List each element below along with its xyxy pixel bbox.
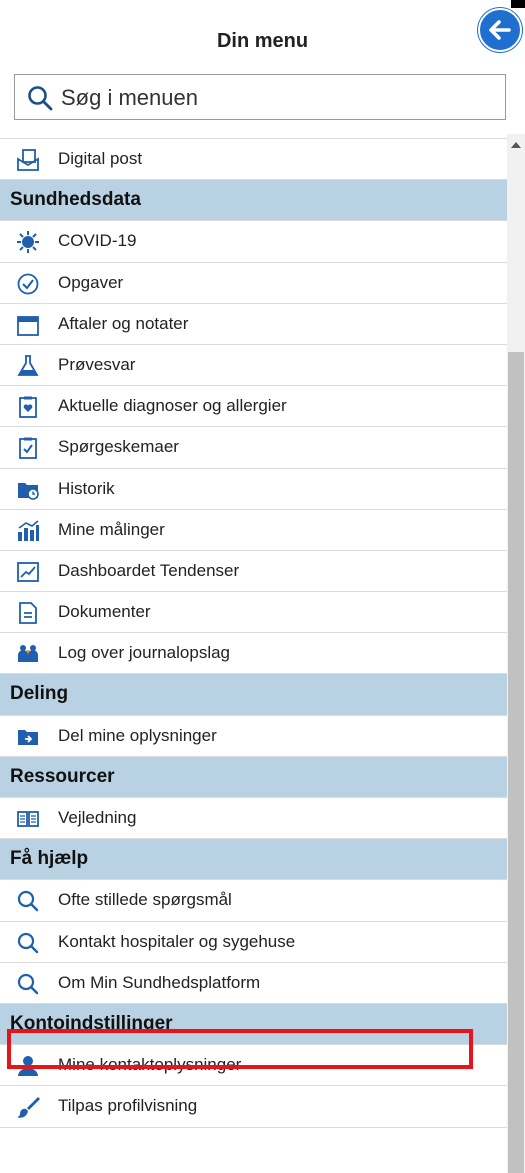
menu-header: Din menu [0,0,525,80]
back-button[interactable] [478,8,522,52]
search-icon [17,932,39,953]
scroll-up-arrow-icon[interactable] [511,142,521,148]
folder-clock-icon [18,482,39,500]
menu-item-vejledning[interactable]: Vejledning [0,798,507,840]
search-placeholder: Søg i menuen [61,85,198,110]
folder-share-icon [18,729,38,745]
section-sundhedsdata: Sundhedsdata [0,180,507,222]
menu-item-log[interactable]: Log over journalopslag [0,633,507,675]
menu-item-diagnoser[interactable]: Aktuelle diagnoser og allergier [0,386,507,428]
search-icon [17,973,39,994]
clipboard-check-icon [19,437,37,460]
menu-item-sporgeskemaer[interactable]: Spørgeskemaer [0,427,507,469]
menu-item-aftaler[interactable]: Aftaler og notater [0,303,507,345]
menu-item-dokumenter[interactable]: Dokumenter [0,592,507,634]
section-faa-hjaelp: Få hjælp [0,839,507,881]
clipboard-heart-icon [19,396,37,419]
digital-post-icon [17,149,39,171]
brush-icon [17,1097,40,1119]
menu-item-malinger[interactable]: Mine målinger [0,509,507,551]
menu-item-faq[interactable]: Ofte stillede spørgsmål [0,880,507,922]
virus-icon [17,231,39,254]
page-title: Din menu [216,30,309,52]
search-input[interactable]: Søg i menuen [14,74,506,120]
scrollbar[interactable] [507,134,525,1173]
menu-item-del-oplysninger[interactable]: Del mine oplysninger [0,715,507,757]
menu-item-om[interactable]: Om Min Sundhedsplatform [0,962,507,1004]
menu-item-kontakt-hospitaler[interactable]: Kontakt hospitaler og sygehuse [0,921,507,963]
trend-chart-icon [17,561,39,582]
menu-item-historik[interactable]: Historik [0,468,507,510]
menu-item-opgaver[interactable]: Opgaver [0,262,507,304]
menu-item-tilpas-profil[interactable]: Tilpas profilvisning [0,1086,507,1128]
menu-item-tendenser[interactable]: Dashboardet Tendenser [0,550,507,593]
scrollbar-thumb[interactable] [508,352,524,1173]
document-icon [19,602,37,624]
menu-item-provesvar[interactable]: Prøvesvar [0,344,507,387]
menu-item-digital-post[interactable]: Digital post [0,139,507,181]
section-ressourcer: Ressourcer [0,756,507,798]
flask-icon [17,355,39,376]
corner-tab [511,0,525,8]
search-icon [17,891,39,912]
chart-bars-icon [18,520,39,541]
arrow-left-icon [489,20,511,40]
menu-item-covid19[interactable]: COVID-19 [0,221,507,263]
book-icon [17,811,39,827]
menu-list: Digital post Sundhedsdata COVID-19 Opgav… [0,134,507,1173]
check-circle-icon [17,273,39,294]
people-icon [18,645,38,663]
highlight-box [7,1029,473,1069]
section-deling: Deling [0,674,507,716]
search-icon [28,86,53,111]
calendar-icon [17,315,39,336]
